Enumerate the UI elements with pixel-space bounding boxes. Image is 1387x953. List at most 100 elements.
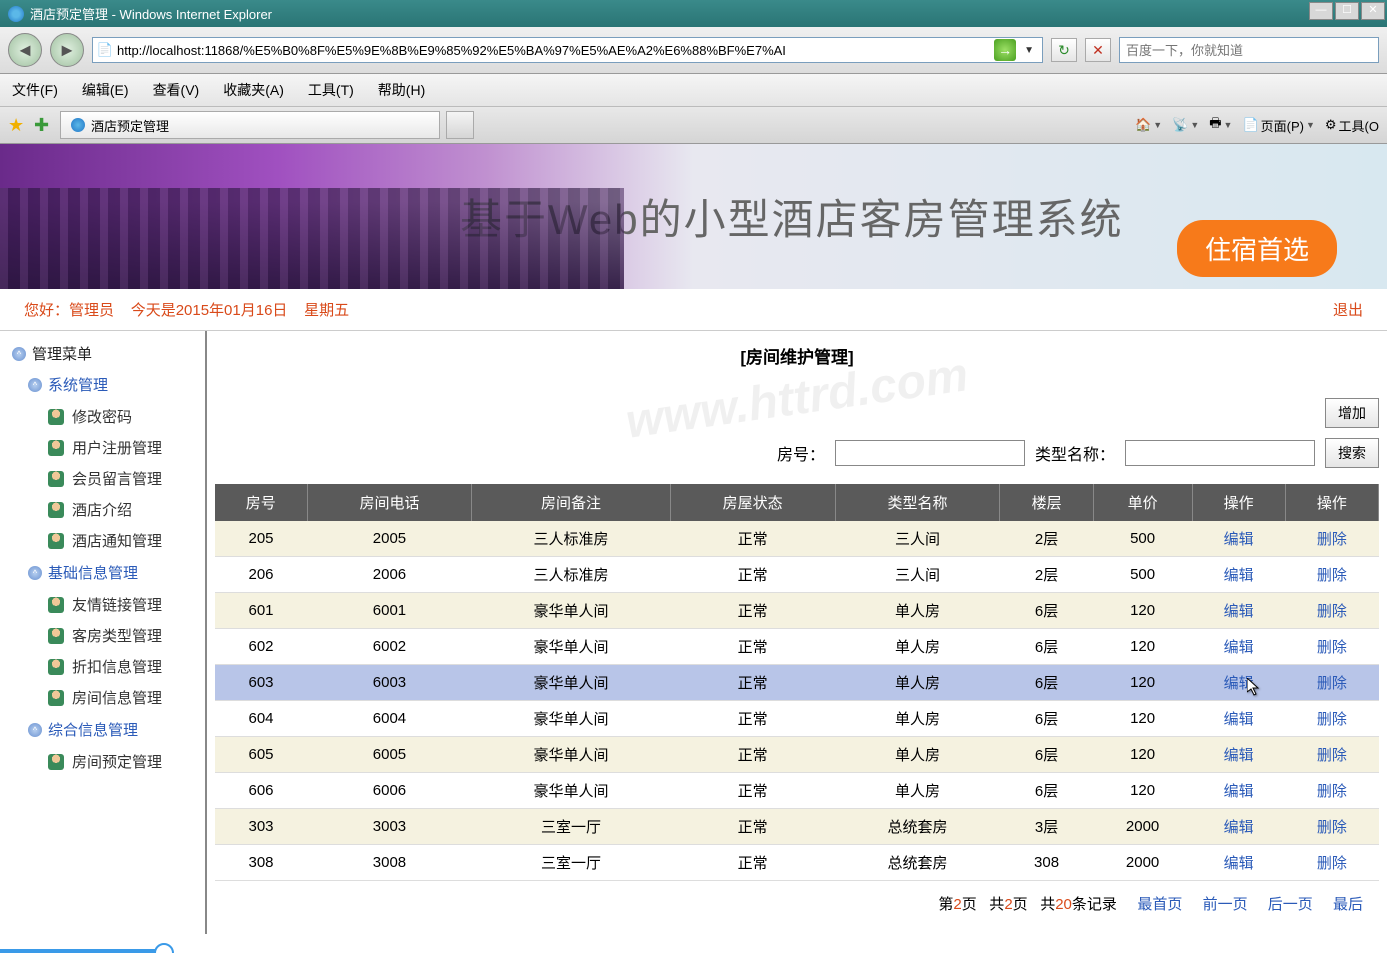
search-row: 房号： 类型名称： 搜索 (215, 438, 1379, 468)
delete-link[interactable]: 删除 (1317, 675, 1347, 692)
browser-search-input[interactable] (1126, 43, 1372, 58)
table-row[interactable]: 3033003三室一厅正常总统套房3层2000编辑删除 (215, 809, 1379, 845)
type-name-label: 类型名称： (1035, 441, 1115, 465)
sidebar-item[interactable]: 修改密码 (4, 401, 201, 432)
page-menu[interactable]: 📄 页面(P) ▼ (1242, 116, 1314, 135)
menu-edit[interactable]: 编辑(E) (82, 80, 129, 100)
logout-link[interactable]: 退出 (1333, 299, 1363, 320)
new-tab-button[interactable] (446, 111, 474, 139)
sidebar-item[interactable]: 酒店介绍 (4, 494, 201, 525)
sidebar-category[interactable]: ^基础信息管理 (4, 556, 201, 589)
table-row[interactable]: 2052005三人标准房正常三人间2层500编辑删除 (215, 521, 1379, 557)
add-favorite-icon[interactable]: ✚ (34, 115, 54, 135)
feeds-button[interactable]: 📡▼ (1172, 117, 1199, 133)
pager-next[interactable]: 后一页 (1268, 896, 1313, 913)
table-cell: 三人标准房 (472, 521, 670, 557)
forward-button[interactable]: ► (50, 33, 84, 67)
room-no-input[interactable] (835, 440, 1025, 466)
edit-link[interactable]: 编辑 (1224, 567, 1254, 584)
refresh-button[interactable]: ↻ (1051, 38, 1077, 62)
edit-link[interactable]: 编辑 (1224, 747, 1254, 764)
sidebar-item[interactable]: 房间信息管理 (4, 682, 201, 713)
sidebar-item[interactable]: 客房类型管理 (4, 620, 201, 651)
sidebar-item[interactable]: 折扣信息管理 (4, 651, 201, 682)
print-button[interactable]: 🖶▼ (1209, 114, 1232, 136)
table-row[interactable]: 6016001豪华单人间正常单人房6层120编辑删除 (215, 593, 1379, 629)
pager-first[interactable]: 最首页 (1137, 896, 1182, 913)
sidebar-category[interactable]: ^系统管理 (4, 368, 201, 401)
delete-link[interactable]: 删除 (1317, 639, 1347, 656)
table-row[interactable]: 2062006三人标准房正常三人间2层500编辑删除 (215, 557, 1379, 593)
maximize-button[interactable]: ☐ (1335, 2, 1359, 20)
edit-link[interactable]: 编辑 (1224, 855, 1254, 872)
tools-menu[interactable]: ⚙ 工具(O (1325, 116, 1379, 135)
delete-link[interactable]: 删除 (1317, 783, 1347, 800)
table-cell: 正常 (670, 845, 835, 881)
delete-link[interactable]: 删除 (1317, 819, 1347, 836)
table-header: 房屋状态 (670, 484, 835, 521)
table-cell: 6层 (1000, 701, 1093, 737)
url-dropdown-icon[interactable]: ▼ (1020, 45, 1038, 56)
browser-search[interactable] (1119, 37, 1379, 63)
menu-tools[interactable]: 工具(T) (308, 80, 354, 100)
edit-link[interactable]: 编辑 (1224, 639, 1254, 656)
table-cell: 500 (1093, 557, 1192, 593)
table-row[interactable]: 6066006豪华单人间正常单人房6层120编辑删除 (215, 773, 1379, 809)
edit-link[interactable]: 编辑 (1224, 711, 1254, 728)
delete-link[interactable]: 删除 (1317, 603, 1347, 620)
table-row[interactable]: 6046004豪华单人间正常单人房6层120编辑删除 (215, 701, 1379, 737)
table-row[interactable]: 6036003豪华单人间正常单人房6层120编辑删除 (215, 665, 1379, 701)
delete-link[interactable]: 删除 (1317, 567, 1347, 584)
sidebar-item[interactable]: 用户注册管理 (4, 432, 201, 463)
edit-link[interactable]: 编辑 (1224, 819, 1254, 836)
minimize-button[interactable]: — (1309, 2, 1333, 20)
menu-help[interactable]: 帮助(H) (378, 80, 425, 100)
window-titlebar: 酒店预定管理 - Windows Internet Explorer — ☐ ✕ (0, 0, 1387, 27)
chevron-icon: ^ (28, 723, 42, 737)
edit-link[interactable]: 编辑 (1224, 531, 1254, 548)
stop-button[interactable]: ✕ (1085, 38, 1111, 62)
table-row[interactable]: 6056005豪华单人间正常单人房6层120编辑删除 (215, 737, 1379, 773)
go-button[interactable]: → (994, 39, 1016, 61)
search-button[interactable]: 搜索 (1325, 438, 1379, 468)
table-cell: 3003 (307, 809, 472, 845)
home-button[interactable]: 🏠▼ (1135, 117, 1162, 133)
table-header: 类型名称 (835, 484, 1000, 521)
delete-link[interactable]: 删除 (1317, 855, 1347, 872)
menu-view[interactable]: 查看(V) (153, 80, 200, 100)
user-icon (48, 533, 64, 549)
user-icon (48, 471, 64, 487)
menu-favorites[interactable]: 收藏夹(A) (223, 80, 284, 100)
pager-prev[interactable]: 前一页 (1203, 896, 1248, 913)
table-cell: 6003 (307, 665, 472, 701)
type-name-input[interactable] (1125, 440, 1315, 466)
delete-link[interactable]: 删除 (1317, 531, 1347, 548)
add-button[interactable]: 增加 (1325, 398, 1379, 428)
sidebar-item[interactable]: 友情链接管理 (4, 589, 201, 620)
table-cell: 豪华单人间 (472, 773, 670, 809)
edit-link[interactable]: 编辑 (1224, 603, 1254, 620)
sidebar-category[interactable]: ^综合信息管理 (4, 713, 201, 746)
sidebar-item[interactable]: 酒店通知管理 (4, 525, 201, 556)
edit-link[interactable]: 编辑 (1224, 783, 1254, 800)
sidebar-item[interactable]: 房间预定管理 (4, 746, 201, 777)
close-button[interactable]: ✕ (1361, 2, 1385, 20)
table-cell: 豪华单人间 (472, 701, 670, 737)
favorites-star-icon[interactable]: ★ (8, 115, 28, 135)
edit-link[interactable]: 编辑 (1224, 675, 1254, 692)
browser-tab[interactable]: 酒店预定管理 (60, 111, 440, 139)
sidebar-item[interactable]: 会员留言管理 (4, 463, 201, 494)
pager-last[interactable]: 最后 (1333, 896, 1363, 913)
video-scrubber[interactable] (0, 949, 1387, 953)
delete-link[interactable]: 删除 (1317, 711, 1347, 728)
table-row[interactable]: 6026002豪华单人间正常单人房6层120编辑删除 (215, 629, 1379, 665)
back-button[interactable]: ◄ (8, 33, 42, 67)
collapse-icon[interactable]: ^ (12, 347, 26, 361)
table-cell: 205 (215, 521, 307, 557)
table-cell: 2000 (1093, 845, 1192, 881)
table-row[interactable]: 3083008三室一厅正常总统套房3082000编辑删除 (215, 845, 1379, 881)
menu-file[interactable]: 文件(F) (12, 80, 58, 100)
url-input[interactable] (117, 43, 990, 58)
delete-link[interactable]: 删除 (1317, 747, 1347, 764)
address-bar[interactable]: 📄 → ▼ (92, 37, 1043, 63)
